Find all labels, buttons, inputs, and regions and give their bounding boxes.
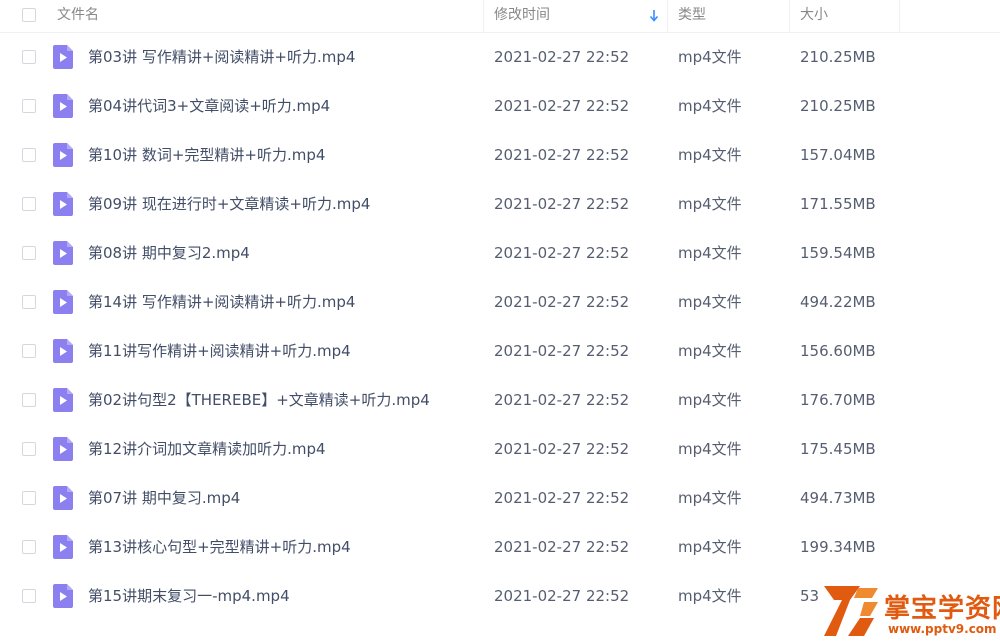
file-type: mp4文件 [678,587,742,605]
file-size: 157.04MB [800,146,876,164]
file-type: mp4文件 [678,342,742,360]
video-file-icon [53,339,73,363]
file-modified-time: 2021-02-27 22:52 [494,146,630,164]
list-header: 文件名 修改时间 类型 大小 [0,0,1000,33]
file-modified-time: 2021-02-27 22:52 [494,244,630,262]
file-modified-time: 2021-02-27 22:52 [494,440,630,458]
sort-descending-icon[interactable] [649,9,659,23]
video-file-icon [53,486,73,510]
file-modified-time: 2021-02-27 22:52 [494,489,630,507]
video-file-icon [53,192,73,216]
file-rows: 第03讲 写作精讲+阅读精讲+听力.mp4 2021-02-27 22:52 m… [0,33,1000,621]
file-size: 199.34MB [800,538,876,556]
video-file-icon [53,241,73,265]
file-size: 210.25MB [800,97,876,115]
file-modified-time: 2021-02-27 22:52 [494,391,630,409]
table-row[interactable]: 第14讲 写作精讲+阅读精讲+听力.mp4 2021-02-27 22:52 m… [0,278,1000,327]
file-modified-time: 2021-02-27 22:52 [494,587,630,605]
column-header-name[interactable]: 文件名 [50,0,484,32]
file-name[interactable]: 第07讲 期中复习.mp4 [88,474,480,523]
video-file-icon [53,437,73,461]
file-name[interactable]: 第10讲 数词+完型精讲+听力.mp4 [88,131,480,180]
watermark: 掌宝学资网 www.pptv9.com [816,578,1000,641]
table-row[interactable]: 第12讲介词加文章精读加听力.mp4 2021-02-27 22:52 mp4文… [0,425,1000,474]
table-row[interactable]: 第10讲 数词+完型精讲+听力.mp4 2021-02-27 22:52 mp4… [0,131,1000,180]
video-file-icon [53,290,73,314]
file-size: 175.45MB [800,440,876,458]
row-checkbox[interactable] [22,442,36,456]
file-type: mp4文件 [678,48,742,66]
file-size: 176.70MB [800,391,876,409]
row-checkbox[interactable] [22,393,36,407]
row-checkbox[interactable] [22,540,36,554]
watermark-title: 掌宝学资网 [884,594,1000,624]
file-type: mp4文件 [678,440,742,458]
file-modified-time: 2021-02-27 22:52 [494,342,630,360]
row-checkbox[interactable] [22,148,36,162]
file-type: mp4文件 [678,195,742,213]
row-checkbox[interactable] [22,344,36,358]
watermark-logo-icon [824,586,878,636]
file-name[interactable]: 第04讲代词3+文章阅读+听力.mp4 [88,82,480,131]
row-checkbox[interactable] [22,197,36,211]
file-modified-time: 2021-02-27 22:52 [494,538,630,556]
table-row[interactable]: 第03讲 写作精讲+阅读精讲+听力.mp4 2021-02-27 22:52 m… [0,33,1000,82]
file-name[interactable]: 第08讲 期中复习2.mp4 [88,229,480,278]
row-checkbox[interactable] [22,246,36,260]
column-header-type[interactable]: 类型 [668,0,790,32]
video-file-icon [53,388,73,412]
file-type: mp4文件 [678,146,742,164]
table-row[interactable]: 第13讲核心句型+完型精讲+听力.mp4 2021-02-27 22:52 mp… [0,523,1000,572]
file-name[interactable]: 第09讲 现在进行时+文章精读+听力.mp4 [88,180,480,229]
table-row[interactable]: 第04讲代词3+文章阅读+听力.mp4 2021-02-27 22:52 mp4… [0,82,1000,131]
file-type: mp4文件 [678,97,742,115]
row-checkbox[interactable] [22,295,36,309]
row-checkbox[interactable] [22,491,36,505]
file-name[interactable]: 第15讲期末复习一-mp4.mp4 [88,572,480,621]
file-size: 210.25MB [800,48,876,66]
video-file-icon [53,45,73,69]
watermark-url: www.pptv9.com [888,622,997,636]
file-size: 159.54MB [800,244,876,262]
video-file-icon [53,94,73,118]
file-name[interactable]: 第03讲 写作精讲+阅读精讲+听力.mp4 [88,33,480,82]
column-header-modified[interactable]: 修改时间 [484,0,668,32]
column-header-size[interactable]: 大小 [790,0,900,32]
table-row[interactable]: 第07讲 期中复习.mp4 2021-02-27 22:52 mp4文件 494… [0,474,1000,523]
file-size: 171.55MB [800,195,876,213]
file-name[interactable]: 第02讲句型2【THEREBE】+文章精读+听力.mp4 [88,376,480,425]
file-type: mp4文件 [678,489,742,507]
file-size: 494.22MB [800,293,876,311]
file-list: 文件名 修改时间 类型 大小 第03讲 写作精讲+阅读精讲+听力.mp4 202… [0,0,1000,641]
file-name[interactable]: 第13讲核心句型+完型精讲+听力.mp4 [88,523,480,572]
row-checkbox[interactable] [22,99,36,113]
file-modified-time: 2021-02-27 22:52 [494,48,630,66]
file-size: 494.73MB [800,489,876,507]
file-name[interactable]: 第12讲介词加文章精读加听力.mp4 [88,425,480,474]
file-modified-time: 2021-02-27 22:52 [494,195,630,213]
row-checkbox[interactable] [22,50,36,64]
table-row[interactable]: 第09讲 现在进行时+文章精读+听力.mp4 2021-02-27 22:52 … [0,180,1000,229]
file-name[interactable]: 第14讲 写作精讲+阅读精讲+听力.mp4 [88,278,480,327]
video-file-icon [53,584,73,608]
file-type: mp4文件 [678,391,742,409]
select-all-checkbox[interactable] [22,8,36,22]
file-type: mp4文件 [678,293,742,311]
file-name[interactable]: 第11讲写作精讲+阅读精讲+听力.mp4 [88,327,480,376]
file-type: mp4文件 [678,538,742,556]
video-file-icon [53,535,73,559]
table-row[interactable]: 第02讲句型2【THEREBE】+文章精读+听力.mp4 2021-02-27 … [0,376,1000,425]
file-size: 156.60MB [800,342,876,360]
file-modified-time: 2021-02-27 22:52 [494,293,630,311]
video-file-icon [53,143,73,167]
row-checkbox[interactable] [22,589,36,603]
file-modified-time: 2021-02-27 22:52 [494,97,630,115]
table-row[interactable]: 第08讲 期中复习2.mp4 2021-02-27 22:52 mp4文件 15… [0,229,1000,278]
table-row[interactable]: 第11讲写作精讲+阅读精讲+听力.mp4 2021-02-27 22:52 mp… [0,327,1000,376]
file-type: mp4文件 [678,244,742,262]
